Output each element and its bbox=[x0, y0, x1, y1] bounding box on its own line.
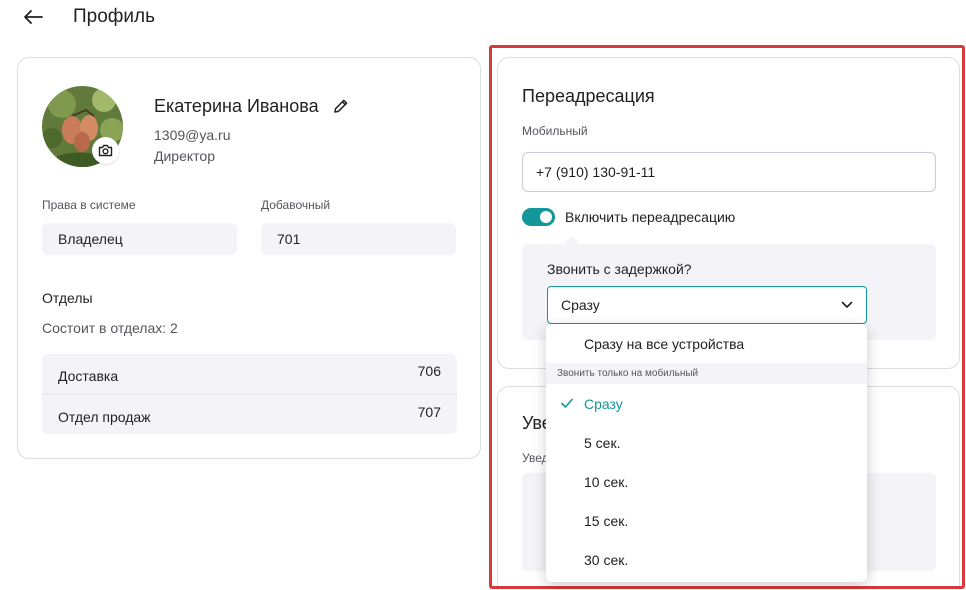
camera-icon bbox=[98, 144, 113, 157]
dropdown-option[interactable]: 10 сек. bbox=[546, 462, 867, 501]
department-row[interactable]: Доставка 706 bbox=[42, 354, 457, 394]
departments-list: Доставка 706 Отдел продаж 707 bbox=[42, 354, 457, 434]
extension-field: 701 bbox=[261, 223, 456, 255]
delay-dropdown-menu: Сразу на все устройства Звонить только н… bbox=[546, 324, 867, 582]
back-button[interactable] bbox=[20, 4, 46, 30]
department-name: Отдел продаж bbox=[58, 408, 151, 425]
rights-label: Права в системе bbox=[42, 198, 136, 212]
departments-title: Отделы bbox=[42, 290, 93, 306]
arrow-left-icon bbox=[24, 10, 43, 24]
department-number: 707 bbox=[417, 403, 441, 420]
pencil-icon bbox=[334, 99, 348, 113]
department-number: 706 bbox=[417, 363, 441, 379]
departments-summary: Состоит в отделах: 2 bbox=[42, 320, 178, 336]
user-name: Екатерина Иванова bbox=[154, 96, 319, 116]
profile-card: Екатерина Иванова 1309@ya.ru Директор Пр… bbox=[17, 57, 481, 459]
dropdown-option[interactable]: Сразу на все устройства bbox=[546, 325, 867, 363]
dropdown-option[interactable]: 30 сек. bbox=[546, 540, 867, 579]
page-title: Профиль bbox=[73, 6, 156, 27]
dropdown-group-label: Звонить только на мобильный bbox=[546, 363, 867, 384]
check-icon bbox=[561, 398, 573, 408]
user-email: 1309@ya.ru bbox=[154, 127, 231, 143]
extension-label: Добавочный bbox=[261, 198, 331, 212]
dropdown-option-selected[interactable]: Сразу bbox=[546, 384, 867, 423]
dropdown-option[interactable]: 15 сек. bbox=[546, 501, 867, 540]
user-role: Директор bbox=[154, 148, 215, 164]
department-row[interactable]: Отдел продаж 707 bbox=[42, 394, 457, 434]
edit-name-button[interactable] bbox=[332, 97, 350, 115]
change-photo-button[interactable] bbox=[92, 137, 119, 164]
department-name: Доставка bbox=[58, 368, 119, 384]
dropdown-option-label: Сразу bbox=[584, 395, 623, 412]
rights-field: Владелец bbox=[42, 223, 237, 255]
dropdown-option[interactable]: 5 сек. bbox=[546, 423, 867, 462]
